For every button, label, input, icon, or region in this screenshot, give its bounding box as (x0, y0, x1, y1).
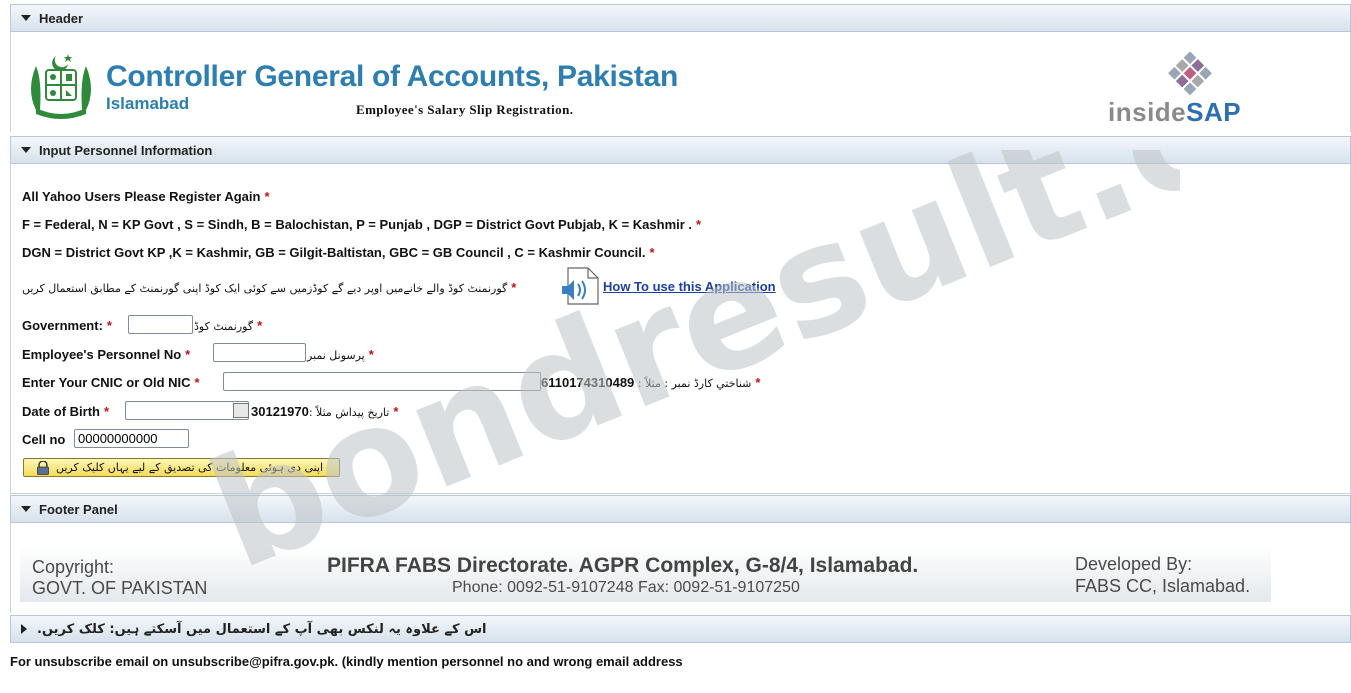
org-name: Controller General of Accounts, Pakistan (106, 60, 679, 93)
footer-phone: Phone: 0092-51-9107248 Fax: 0092-51-9107… (452, 579, 800, 596)
cnic-example: 6110174310489 شناختي کارڈ نمبر : مثلاً :… (541, 375, 761, 390)
cell-input[interactable] (74, 429, 189, 448)
document-audio-icon[interactable] (560, 266, 600, 306)
header-panel-toggle[interactable]: Header (10, 4, 1351, 32)
dob-input[interactable] (125, 401, 249, 420)
header-banner: Controller General of Accounts, Pakistan… (20, 48, 1271, 127)
lock-icon (37, 461, 49, 475)
cnic-label: Enter Your CNIC or Old NIC * (22, 375, 200, 390)
footer-panel-toggle[interactable]: Footer Panel (10, 495, 1351, 523)
links-panel-title: اس کے علاوہ یہ لنکس بھی آپ کے استعمال می… (37, 621, 487, 637)
personnel-no-label: Employee's Personnel No * (22, 347, 191, 362)
personnel-no-input[interactable] (213, 343, 306, 362)
cnic-input[interactable] (223, 372, 541, 391)
collapse-arrow-icon (21, 147, 31, 153)
verify-button-label: اپنی دی ہوئی معلومات کی تصدیق کے لیے یہا… (55, 461, 324, 474)
dob-example: 30121970تاریخ پیداش مثلاً : * (251, 404, 399, 419)
footer-directorate: PIFRA FABS Directorate. AGPR Complex, G-… (327, 554, 919, 577)
banner-subtitle: Employee's Salary Slip Registration. (356, 102, 574, 117)
footer-govt: GOVT. OF PAKISTAN (32, 578, 208, 598)
codes-line-1: F = Federal, N = KP Govt , S = Sindh, B … (22, 217, 702, 232)
calendar-icon[interactable] (233, 403, 249, 418)
links-panel-toggle[interactable]: اس کے علاوہ یہ لنکس بھی آپ کے استعمال می… (10, 615, 1351, 643)
footer-banner: Copyright: GOVT. OF PAKISTAN PIFRA FABS … (20, 546, 1271, 602)
personnel-panel-title: Input Personnel Information (39, 142, 213, 158)
government-urdu-label: گورنمنٹ کوڈ * (194, 318, 263, 333)
personnel-no-urdu-label: پرسونل نمبر * (307, 347, 374, 362)
pakistan-emblem-icon (31, 54, 91, 119)
footer-developer: FABS CC, Islamabad. (1075, 576, 1251, 596)
footer-panel-title: Footer Panel (39, 501, 118, 517)
insidesap-wordmark: insideSAP (1108, 97, 1242, 127)
howto-link[interactable]: How To use this Application (603, 279, 776, 294)
cell-label: Cell no (22, 432, 66, 447)
collapse-arrow-icon (21, 506, 31, 512)
urdu-instruction: گورنمنٹ کوڈ والے خانےمیں اوپر دیے گے کوڈ… (22, 280, 517, 295)
org-city: Islamabad (106, 94, 190, 113)
footer-copyright: Copyright: (32, 557, 115, 577)
government-label: Government: * (22, 318, 112, 333)
government-code-input[interactable] (128, 315, 193, 334)
personnel-panel-toggle[interactable]: Input Personnel Information (10, 136, 1351, 164)
dob-label: Date of Birth * (22, 404, 110, 419)
collapse-arrow-icon (21, 15, 31, 21)
codes-line-2: DGN = District Govt KP ,K = Kashmir, GB … (22, 245, 655, 260)
unsubscribe-note: For unsubscribe email on unsubscribe@pif… (10, 654, 683, 669)
yahoo-notice: All Yahoo Users Please Register Again * (22, 189, 270, 204)
verify-info-button[interactable]: اپنی دی ہوئی معلومات کی تصدیق کے لیے یہا… (23, 458, 340, 477)
expand-arrow-icon (21, 624, 27, 634)
footer-developed-by: Developed By: (1075, 554, 1193, 574)
header-panel-title: Header (39, 10, 84, 26)
